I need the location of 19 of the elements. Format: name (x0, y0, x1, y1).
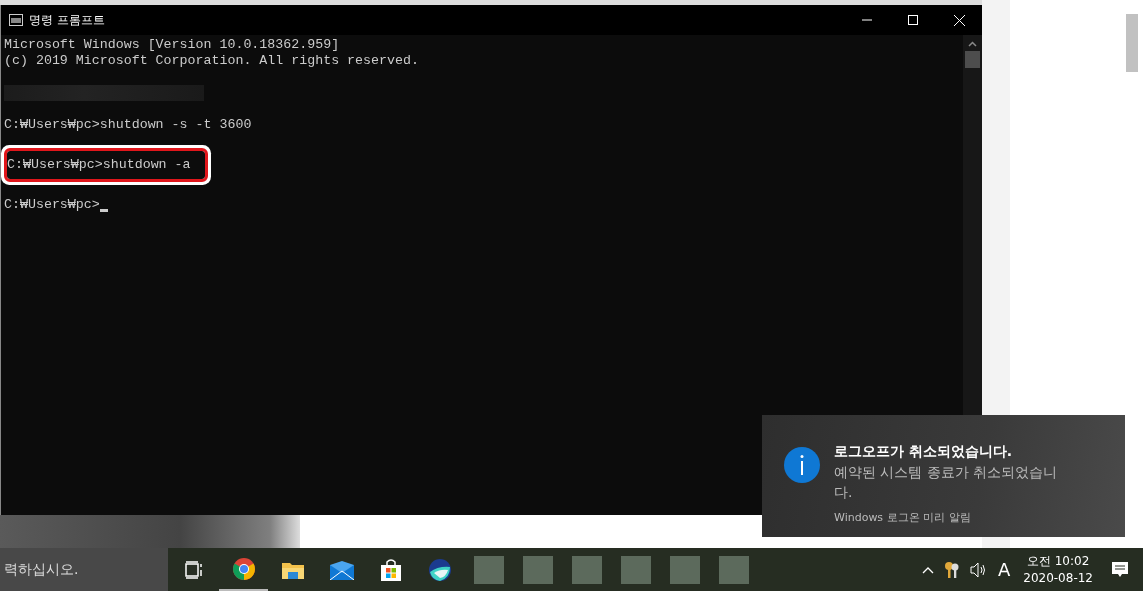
scrollbar-thumb[interactable] (1126, 14, 1138, 72)
notification-title: 로그오프가 취소되었습니다. (834, 442, 1014, 461)
notification-body: 예약된 시스템 종료가 취소되었습니 다. (834, 463, 1058, 502)
info-icon (784, 447, 820, 483)
notification-source: Windows 로그온 미리 알림 (834, 510, 972, 526)
console-line: Microsoft Windows [Version 10.0.18362.959] (4, 37, 340, 53)
scrollbar-thumb[interactable] (965, 51, 980, 68)
clock[interactable]: 오전 10:02 2020-08-12 (1015, 552, 1101, 587)
console-icon (9, 14, 23, 26)
console-line: C:₩Users₩pc>shutdown -s -t 3600 (4, 117, 252, 133)
console-prompt: C:₩Users₩pc> (4, 197, 100, 213)
maximize-icon (908, 15, 918, 25)
scroll-up-icon[interactable] (968, 41, 977, 47)
window-title: 명령 프롬프트 (29, 12, 105, 29)
notification-toast[interactable]: 로그오프가 취소되었습니다. 예약된 시스템 종료가 취소되었습니 다. Windows 로그온 미리 알림 (762, 415, 1125, 537)
input-indicator[interactable]: A (992, 556, 1016, 583)
console-line: C:₩Users₩pc>shutdown -a (7, 157, 191, 173)
close-icon (953, 14, 965, 26)
console-line: (c) 2019 Microsoft Corporation. All rights reserved. (4, 53, 419, 69)
